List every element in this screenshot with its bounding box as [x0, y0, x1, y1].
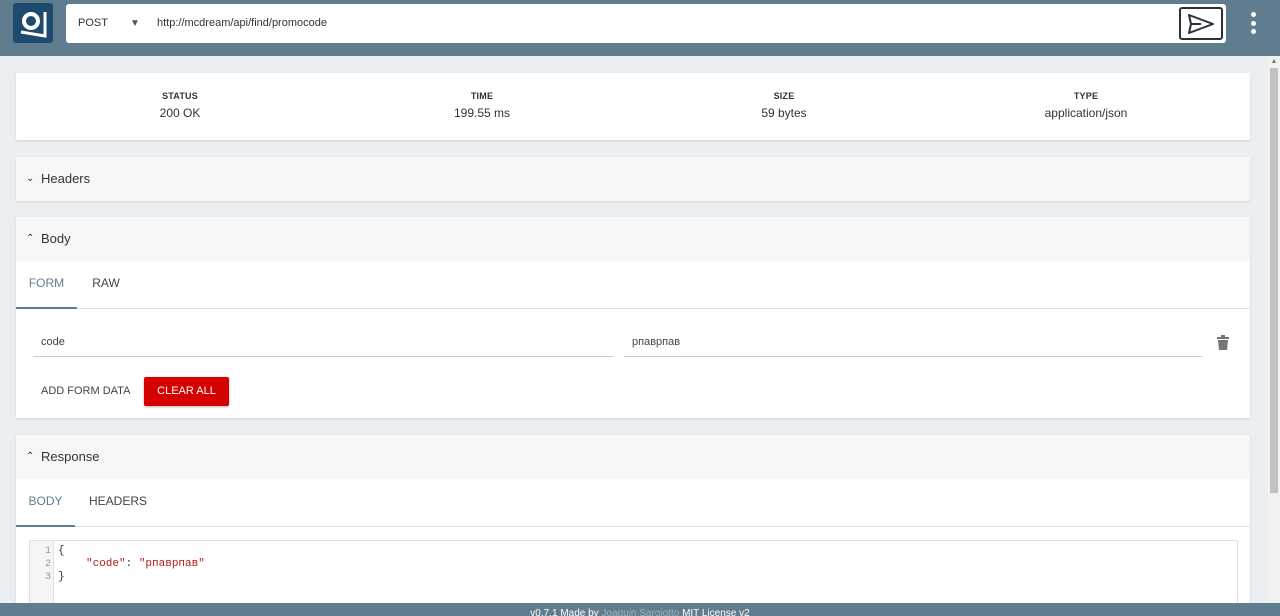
line-number: 3	[44, 572, 51, 583]
app-logo-icon[interactable]	[13, 3, 53, 43]
code-line: }	[58, 571, 65, 583]
response-stats: STATUS 200 OK TIME 199.55 ms SIZE 59 byt…	[16, 73, 1250, 140]
body-tabs: FORM RAW	[16, 261, 1250, 309]
body-panel-header[interactable]: ⌃ Body	[16, 217, 1250, 261]
stat-label: SIZE	[773, 91, 795, 101]
stat-label: TIME	[470, 91, 494, 101]
top-bar: POST ▼	[0, 0, 1280, 56]
json-value: "рпаврпав"	[138, 558, 205, 570]
trash-icon[interactable]	[1216, 335, 1230, 351]
json-key: "code"	[86, 558, 126, 570]
clear-all-button[interactable]: CLEAR ALL	[144, 377, 229, 406]
code-line: "code": "рпаврпав"	[86, 558, 205, 571]
form-value-input[interactable]: рпаврпав	[624, 328, 1202, 357]
tab-raw[interactable]: RAW	[77, 261, 135, 309]
page-scrollbar[interactable]: ▲	[1268, 56, 1280, 603]
footer-author-link[interactable]: Joaquin Sargiotto	[601, 608, 679, 616]
more-vertical-icon[interactable]	[1244, 10, 1262, 36]
panel-title: Headers	[41, 171, 91, 186]
url-input[interactable]	[157, 4, 1157, 43]
scrollbar-thumb[interactable]	[1270, 68, 1278, 493]
scroll-up-icon[interactable]: ▲	[1268, 56, 1280, 68]
chevron-up-icon: ⌃	[26, 451, 35, 462]
time-stat: TIME 199.55 ms	[382, 91, 582, 120]
method-select[interactable]: POST	[78, 4, 108, 43]
line-number: 2	[44, 559, 51, 570]
footer-version: v0.7.1	[530, 608, 558, 616]
code-line: {	[58, 545, 65, 557]
size-stat: SIZE 59 bytes	[684, 91, 884, 120]
stat-value: application/json	[1044, 106, 1128, 120]
panel-title: Body	[41, 231, 71, 246]
stat-label: STATUS	[162, 91, 198, 101]
footer-made-by: Made by	[560, 608, 599, 616]
tab-form[interactable]: FORM	[16, 261, 77, 309]
response-panel-header[interactable]: ⌃ Response	[16, 435, 1250, 479]
footer: v0.7.1 Made by Joaquin Sargiotto MIT Lic…	[0, 603, 1280, 616]
panel-title: Response	[41, 449, 100, 464]
status-stat: STATUS 200 OK	[80, 91, 280, 120]
headers-panel-header[interactable]: ⌄ Headers	[16, 157, 1250, 201]
json-separator: :	[125, 558, 139, 570]
tab-body[interactable]: BODY	[16, 479, 75, 527]
response-panel: ⌃ Response BODY HEADERS 1 2 3 { "code": …	[16, 435, 1250, 616]
line-number: 1	[44, 546, 51, 557]
stat-value: 200 OK	[159, 106, 201, 120]
send-button[interactable]	[1179, 7, 1223, 40]
request-bar: POST ▼	[66, 4, 1226, 43]
footer-license-link[interactable]: MIT License v2	[682, 608, 750, 616]
form-key-input[interactable]: code	[33, 328, 613, 357]
headers-panel: ⌄ Headers	[16, 157, 1250, 201]
body-panel: ⌃ Body FORM RAW code рпаврпав ADD FORM D…	[16, 217, 1250, 418]
type-stat: TYPE application/json	[986, 91, 1186, 120]
stat-value: 199.55 ms	[453, 106, 511, 120]
stat-label: TYPE	[1073, 91, 1099, 101]
send-icon	[1188, 13, 1214, 34]
add-form-data-button[interactable]: ADD FORM DATA	[33, 377, 138, 406]
response-tabs: BODY HEADERS	[16, 479, 1250, 527]
tab-headers[interactable]: HEADERS	[75, 479, 161, 527]
stat-value: 59 bytes	[761, 106, 807, 120]
chevron-down-icon: ⌄	[26, 173, 35, 184]
chevron-up-icon: ⌃	[26, 233, 35, 244]
chevron-down-icon[interactable]: ▼	[130, 4, 140, 43]
